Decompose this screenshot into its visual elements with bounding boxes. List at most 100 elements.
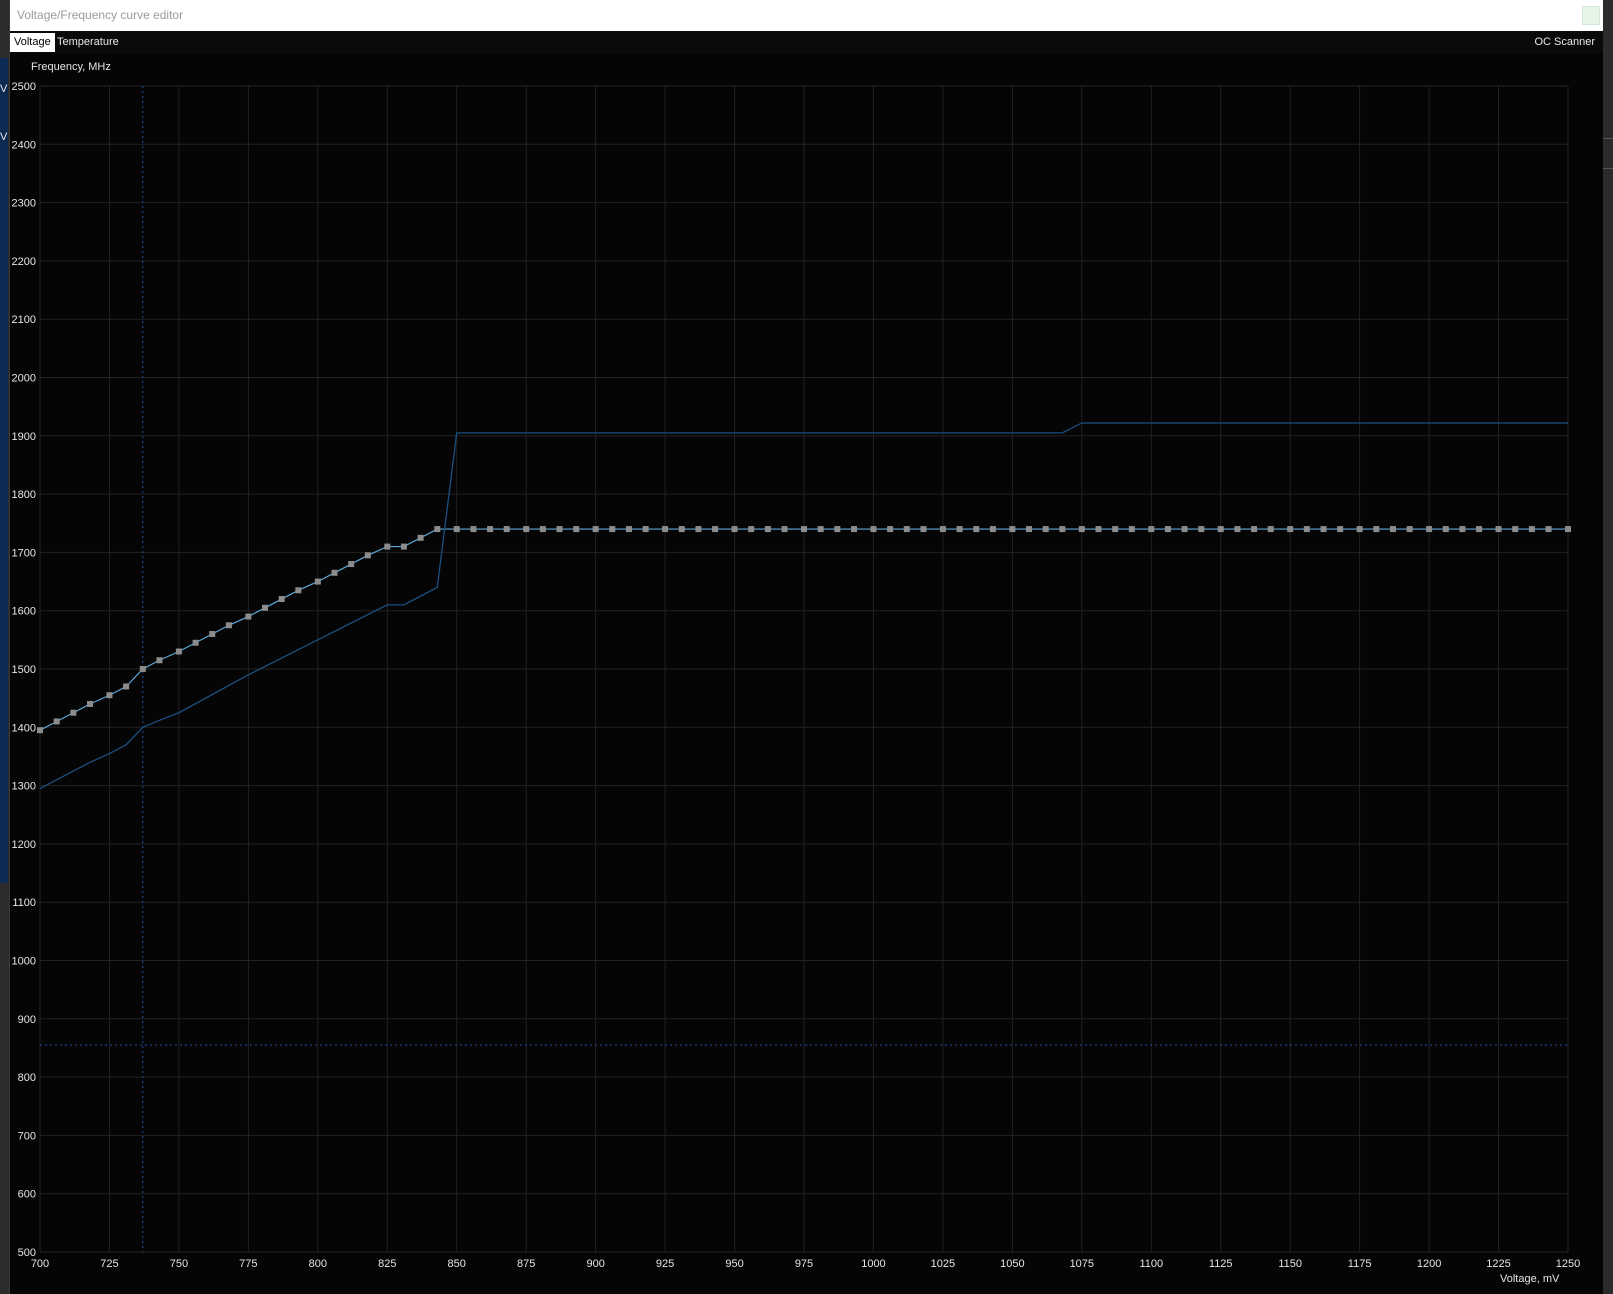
y-tick-label: 1800	[12, 489, 36, 501]
curve-point-handle[interactable]	[1426, 526, 1433, 533]
curve-point-handle[interactable]	[209, 631, 216, 638]
curve-point-handle[interactable]	[106, 692, 113, 699]
curve-point-handle[interactable]	[1495, 526, 1502, 533]
curve-point-handle[interactable]	[973, 526, 980, 533]
curve-point-handle[interactable]	[331, 569, 338, 576]
curve-point-handle[interactable]	[1128, 526, 1135, 533]
curve-point-handle[interactable]	[870, 526, 877, 533]
curve-point-handle[interactable]	[295, 587, 302, 594]
curve-point-handle[interactable]	[939, 526, 946, 533]
curve-point-handle[interactable]	[123, 683, 130, 690]
curve-point-handle[interactable]	[417, 534, 424, 541]
curve-point-handle[interactable]	[523, 526, 530, 533]
y-tick-label: 900	[18, 1014, 36, 1026]
curve-point-handle[interactable]	[314, 578, 321, 585]
curve-point-handle[interactable]	[662, 526, 669, 533]
y-tick-label: 1200	[12, 839, 36, 851]
curve-point-handle[interactable]	[400, 543, 407, 550]
x-tick-label: 700	[31, 1258, 49, 1270]
curve-point-handle[interactable]	[470, 526, 477, 533]
curve-point-handle[interactable]	[139, 666, 146, 672]
curve-point-handle[interactable]	[834, 526, 841, 533]
curve-point-handle[interactable]	[1042, 526, 1049, 533]
x-tick-label: 1050	[1000, 1258, 1024, 1270]
curve-point-handle[interactable]	[225, 622, 232, 629]
curve-point-handle[interactable]	[1217, 526, 1224, 533]
curve-point-handle[interactable]	[1095, 526, 1102, 533]
curve-point-handle[interactable]	[1287, 526, 1294, 533]
vf-curve-chart[interactable]: 5006007008009001000110012001300140015001…	[0, 0, 1613, 1294]
curve-point-handle[interactable]	[1442, 526, 1449, 533]
curve-point-handle[interactable]	[817, 526, 824, 533]
x-tick-label: 875	[517, 1258, 535, 1270]
curve-point-handle[interactable]	[1234, 526, 1241, 533]
curve-point-handle[interactable]	[1337, 526, 1344, 533]
curve-point-handle[interactable]	[1267, 526, 1274, 533]
curve-point-handle[interactable]	[87, 700, 94, 707]
curve-point-handle[interactable]	[1198, 526, 1205, 533]
curve-point-handle[interactable]	[748, 526, 755, 533]
curve-point-handle[interactable]	[731, 526, 738, 533]
curve-point-handle[interactable]	[453, 526, 460, 533]
curve-point-handle[interactable]	[625, 526, 632, 533]
x-tick-label: 1250	[1556, 1258, 1580, 1270]
curve-point-handle[interactable]	[989, 526, 996, 533]
curve-point-handle[interactable]	[903, 526, 910, 533]
curve-point-handle[interactable]	[1512, 526, 1519, 533]
curve-point-handle[interactable]	[1026, 526, 1033, 533]
x-tick-label: 800	[309, 1258, 327, 1270]
curve-point-handle[interactable]	[712, 526, 719, 533]
curve-point-handle[interactable]	[156, 657, 163, 664]
curve-point-handle[interactable]	[1009, 526, 1016, 533]
curve-point-handle[interactable]	[1356, 526, 1363, 533]
curve-point-handle[interactable]	[278, 596, 285, 603]
curve-point-handle[interactable]	[887, 526, 894, 533]
curve-point-handle[interactable]	[434, 526, 441, 533]
curve-point-handle[interactable]	[1545, 526, 1552, 533]
curve-point-handle[interactable]	[573, 526, 580, 533]
curve-point-handle[interactable]	[1059, 526, 1066, 533]
curve-point-handle[interactable]	[1303, 526, 1310, 533]
curve-point-handle[interactable]	[609, 526, 616, 533]
y-tick-label: 1600	[12, 606, 36, 618]
curve-point-handle[interactable]	[175, 648, 182, 655]
curve-point-handle[interactable]	[642, 526, 649, 533]
curve-point-handle[interactable]	[37, 727, 43, 734]
curve-point-handle[interactable]	[70, 709, 77, 716]
curve-point-handle[interactable]	[487, 526, 494, 533]
curve-point-handle[interactable]	[348, 561, 355, 568]
curve-point-handle[interactable]	[1320, 526, 1327, 533]
curve-point-handle[interactable]	[1565, 526, 1571, 533]
curve-point-handle[interactable]	[1406, 526, 1413, 533]
curve-point-handle[interactable]	[592, 526, 599, 533]
curve-point-handle[interactable]	[1251, 526, 1258, 533]
curve-point-handle[interactable]	[678, 526, 685, 533]
curve-point-handle[interactable]	[192, 639, 199, 646]
curve-point-handle[interactable]	[920, 526, 927, 533]
curve-point-handle[interactable]	[1459, 526, 1466, 533]
curve-point-handle[interactable]	[364, 552, 371, 559]
curve-point-handle[interactable]	[384, 543, 391, 550]
curve-point-handle[interactable]	[781, 526, 788, 533]
curve-point-handle[interactable]	[764, 526, 771, 533]
curve-point-handle[interactable]	[1078, 526, 1085, 533]
curve-point-handle[interactable]	[1373, 526, 1380, 533]
curve-point-handle[interactable]	[1181, 526, 1188, 533]
curve-point-handle[interactable]	[245, 613, 252, 620]
curve-point-handle[interactable]	[1528, 526, 1535, 533]
curve-point-handle[interactable]	[956, 526, 963, 533]
curve-point-handle[interactable]	[801, 526, 807, 533]
curve-point-handle[interactable]	[1164, 526, 1171, 533]
x-tick-label: 925	[656, 1258, 674, 1270]
curve-point-handle[interactable]	[1389, 526, 1396, 533]
curve-point-handle[interactable]	[503, 526, 510, 533]
curve-point-handle[interactable]	[556, 526, 563, 533]
curve-point-handle[interactable]	[695, 526, 702, 533]
curve-point-handle[interactable]	[1476, 526, 1483, 533]
curve-point-handle[interactable]	[1148, 526, 1155, 533]
curve-point-handle[interactable]	[1112, 526, 1119, 533]
curve-point-handle[interactable]	[851, 526, 858, 533]
curve-point-handle[interactable]	[53, 718, 60, 725]
curve-point-handle[interactable]	[262, 604, 269, 611]
curve-point-handle[interactable]	[539, 526, 546, 533]
